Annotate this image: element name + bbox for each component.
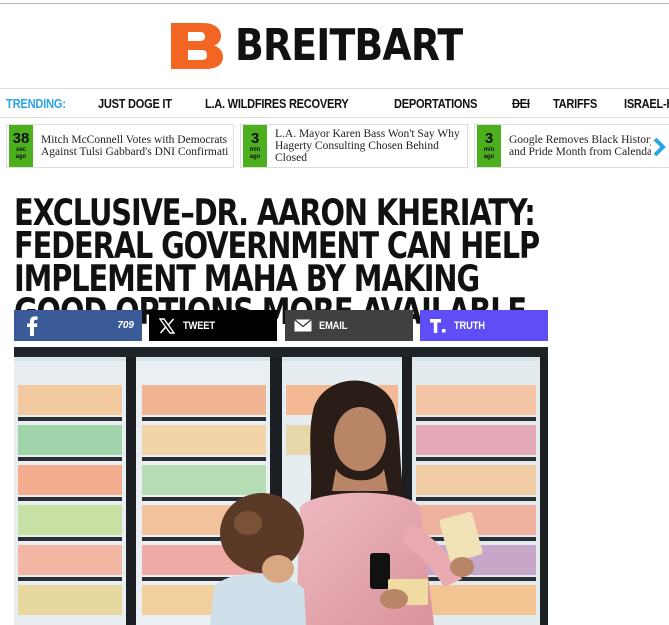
trending-item-tariffs[interactable]: TARIFFS (553, 96, 597, 111)
trending-item-just-doge-it[interactable]: JUST DOGE IT (98, 96, 172, 111)
breitbart-logo[interactable]: BREITBART (169, 21, 499, 71)
ticker-item[interactable]: 3 min ago Google Removes Black History a… (474, 124, 669, 168)
facebook-share-button[interactable]: 709 (14, 310, 142, 341)
chevron-right-icon[interactable] (651, 136, 667, 158)
email-share-button[interactable]: EMAIL (284, 310, 413, 341)
age-unit: min (249, 147, 261, 153)
facebook-share-count: 709 (117, 320, 134, 331)
x-share-label: TWEET (183, 319, 216, 332)
email-icon (293, 316, 313, 336)
truth-social-icon (428, 316, 448, 336)
age-badge: 38 sec ago (9, 125, 33, 167)
age-unit: min (483, 147, 495, 153)
age-unit: ago (483, 154, 495, 160)
share-bar: 709 TWEET EMAIL TRUTH (14, 310, 548, 341)
hero-image[interactable] (14, 347, 548, 625)
age-number: 3 (484, 130, 494, 147)
x-icon (157, 316, 177, 336)
ticker-headline: L.A. Mayor Karen Bass Won't Say Why Hage… (275, 128, 460, 164)
age-unit: ago (15, 154, 27, 160)
trending-item-israel-hamas-war[interactable]: ISRAEL-HAMAS WAR (624, 96, 669, 111)
breitbart-b-icon (169, 21, 225, 71)
article-headline: EXCLUSIVE–DR. AARON KHERIATY: FEDERAL GO… (14, 191, 540, 330)
ticker-headline: Mitch McConnell Votes with Democrats Aga… (41, 134, 229, 158)
site-header: BREITBART (0, 8, 669, 84)
trending-item-deportations[interactable]: DEPORTATIONS (394, 96, 477, 111)
age-unit: ago (249, 154, 261, 160)
ticker-item[interactable]: 3 min ago L.A. Mayor Karen Bass Won't Sa… (240, 124, 468, 168)
age-badge: 3 min ago (477, 125, 501, 167)
x-share-button[interactable]: TWEET (149, 310, 278, 341)
email-share-label: EMAIL (318, 319, 347, 332)
trending-label: TRENDING: (6, 95, 66, 111)
trending-item-dei[interactable]: DEI (512, 96, 530, 111)
age-number: 38 (12, 130, 30, 147)
facebook-icon (22, 315, 42, 336)
truth-share-label: TRUTH (453, 319, 485, 332)
news-ticker: 38 sec ago Mitch McConnell Votes with De… (6, 124, 669, 172)
truth-share-button[interactable]: TRUTH (419, 310, 548, 341)
top-divider (0, 3, 669, 4)
age-unit: sec (15, 147, 26, 153)
logo-wordmark: BREITBART (235, 20, 463, 71)
trending-item-la-wildfires[interactable]: L.A. WILDFIRES RECOVERY (205, 96, 349, 111)
trending-bar: TRENDING: JUST DOGE IT L.A. WILDFIRES RE… (0, 88, 669, 118)
ticker-item[interactable]: 38 sec ago Mitch McConnell Votes with De… (6, 124, 234, 168)
age-number: 3 (250, 130, 260, 147)
age-badge: 3 min ago (243, 125, 267, 167)
ticker-headline: Google Removes Black History and Pride M… (509, 134, 656, 158)
